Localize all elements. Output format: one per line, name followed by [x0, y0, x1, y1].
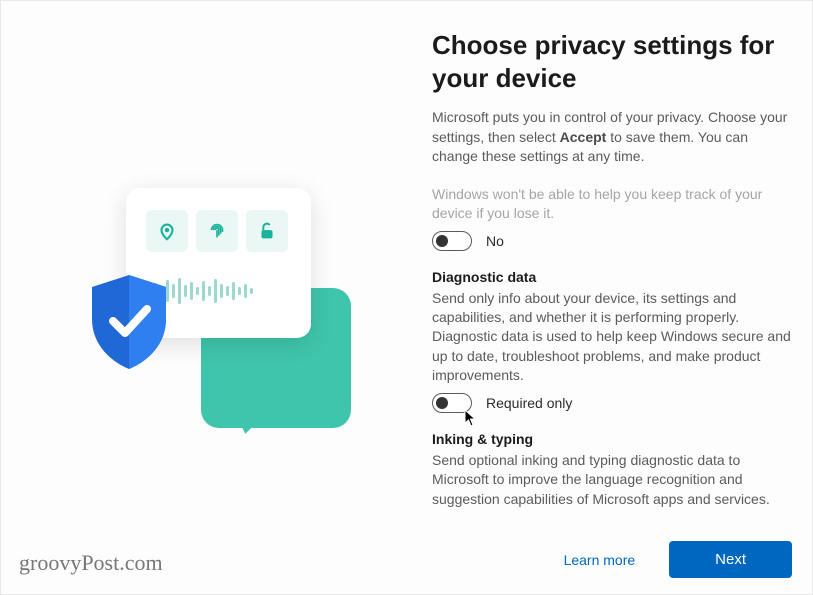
next-button[interactable]: Next — [669, 541, 792, 578]
chat-bubble-tail — [231, 411, 262, 436]
shield-check-icon — [86, 273, 172, 373]
footer-actions: Learn more Next — [564, 541, 792, 578]
intro-bold: Accept — [560, 129, 607, 145]
diagnostic-data-toggle[interactable] — [432, 393, 472, 413]
diagnostic-data-toggle-label: Required only — [486, 395, 572, 411]
illustration-pane — [1, 1, 421, 594]
learn-more-link[interactable]: Learn more — [564, 552, 636, 568]
privacy-illustration — [71, 168, 351, 428]
find-my-device-toggle[interactable] — [432, 231, 472, 251]
unlock-icon — [246, 210, 288, 252]
intro-text: Microsoft puts you in control of your pr… — [432, 108, 792, 167]
fingerprint-icon — [196, 210, 238, 252]
find-my-device-toggle-label: No — [486, 233, 504, 249]
location-pin-icon — [146, 210, 188, 252]
inking-typing-heading: Inking & typing — [432, 431, 792, 447]
diagnostic-data-heading: Diagnostic data — [432, 269, 792, 285]
find-my-device-partial-text: Windows won't be able to help you keep t… — [432, 185, 792, 223]
diagnostic-data-description: Send only info about your device, its se… — [432, 289, 792, 386]
inking-typing-description: Send optional inking and typing diagnost… — [432, 451, 792, 509]
page-title: Choose privacy settings for your device — [432, 29, 792, 94]
settings-scroll-area[interactable]: Windows won't be able to help you keep t… — [432, 185, 792, 515]
watermark-text: groovyPost.com — [19, 550, 163, 576]
content-pane: Choose privacy settings for your device … — [432, 1, 792, 594]
